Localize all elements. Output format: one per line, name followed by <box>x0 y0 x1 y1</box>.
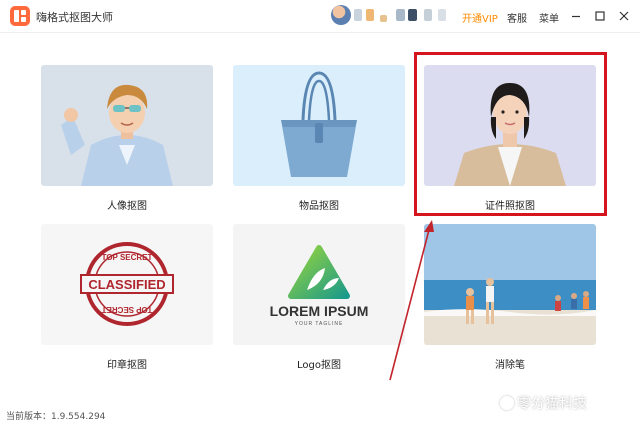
menu-link[interactable]: 菜单 <box>539 10 559 25</box>
feature-card-eraser[interactable] <box>424 224 596 345</box>
stamp-main-text: CLASSIFIED <box>88 277 165 292</box>
logo-sample-title: LOREM IPSUM <box>270 303 369 319</box>
feature-label: 人像抠图 <box>107 201 147 212</box>
feature-card-portrait[interactable] <box>41 65 213 186</box>
portrait-child-icon <box>61 84 173 186</box>
stamp-top-text: TOP SECRET <box>102 253 153 262</box>
customer-service-link[interactable]: 客服 <box>507 10 527 25</box>
username-blurred <box>366 9 374 21</box>
close-icon[interactable] <box>616 8 632 24</box>
highlight-box <box>414 52 607 216</box>
stamp-bottom-text: TOP SECRET <box>101 305 152 314</box>
feature-card-stamp[interactable]: TOP SECRET CLASSIFIED TOP SECRET <box>41 224 213 345</box>
username-blurred <box>408 9 417 21</box>
title-divider <box>0 32 640 33</box>
username-blurred <box>380 15 387 22</box>
username-blurred <box>396 9 405 21</box>
feature-label: Logo抠图 <box>297 360 341 371</box>
feature-card-product[interactable] <box>233 65 405 186</box>
app-title: 嗨格式抠图大师 <box>36 11 113 24</box>
handbag-icon <box>281 71 357 177</box>
watermark-text: 零分猫科技 <box>517 396 587 412</box>
user-avatar[interactable] <box>331 5 351 25</box>
version-text: 当前版本：1.9.554.294 <box>6 412 106 422</box>
username-blurred <box>424 9 432 21</box>
feature-card-logo[interactable]: LOREM IPSUM YOUR TAGLINE <box>233 224 405 345</box>
watermark: 零分猫科技 <box>500 393 587 413</box>
logo-sample-tagline: YOUR TAGLINE <box>295 321 344 327</box>
beach-photo-icon <box>424 224 596 345</box>
minimize-icon[interactable] <box>568 8 584 24</box>
maximize-icon[interactable] <box>592 8 608 24</box>
watermark-icon <box>500 396 514 410</box>
feature-label: 消除笔 <box>495 360 525 371</box>
username-blurred <box>354 9 362 21</box>
username-blurred <box>438 9 446 21</box>
open-vip-link[interactable]: 开通VIP <box>462 10 498 25</box>
lorem-logo-icon: LOREM IPSUM YOUR TAGLINE <box>270 245 369 327</box>
app-logo-icon <box>10 6 30 26</box>
feature-label: 物品抠图 <box>299 201 339 212</box>
feature-label: 印章抠图 <box>107 360 147 371</box>
title-bar: 嗨格式抠图大师 开通VIP 客服 菜单 <box>0 0 640 32</box>
classified-stamp-icon: TOP SECRET CLASSIFIED TOP SECRET <box>80 242 174 326</box>
